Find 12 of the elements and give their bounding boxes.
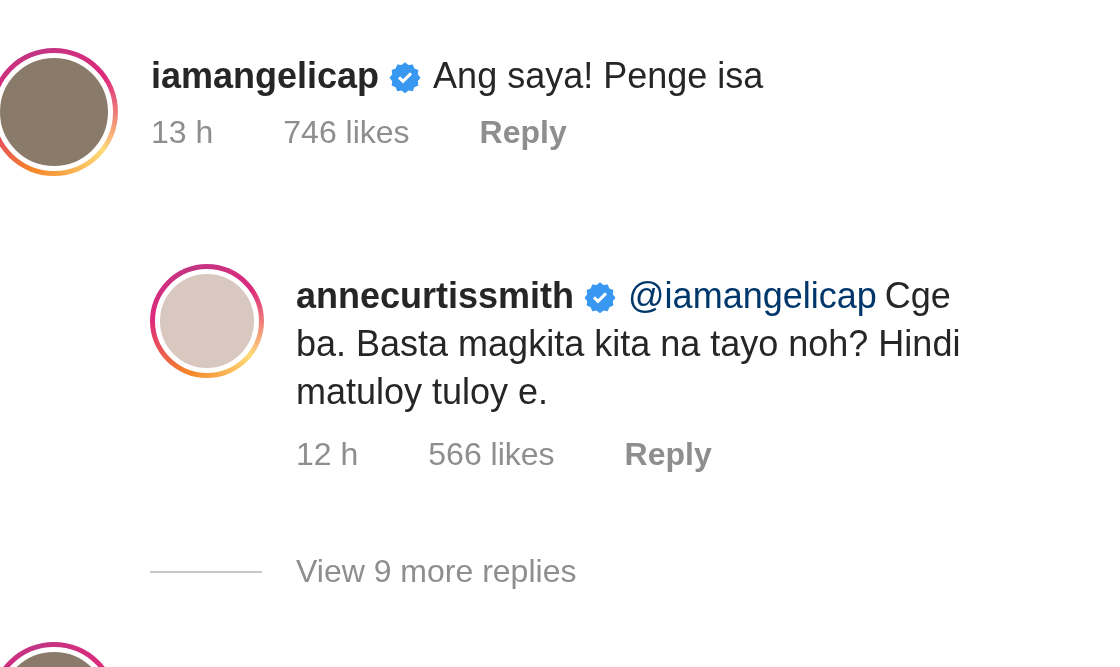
comment-text: iamangelicap Ang saya! Penge isa [151, 54, 764, 98]
likes-count[interactable]: 746 likes [283, 114, 410, 151]
mention-link[interactable]: @iamangelicap [628, 275, 877, 316]
reply-link[interactable]: Reply [479, 114, 567, 151]
username[interactable]: annecurtissmith [296, 275, 575, 316]
view-replies-link[interactable]: View 9 more replies [296, 553, 577, 590]
comment-time: 13 h [151, 114, 214, 151]
likes-count[interactable]: 566 likes [428, 436, 555, 473]
reply-link[interactable]: Reply [624, 436, 712, 473]
comment-text: annecurtissmith @iamangelicap Cge ba. Basta magkita kita na tayo noh? Hindi matuloy tuloy e. [296, 274, 962, 414]
comment-time: 12 h [296, 436, 359, 473]
username[interactable]: iamangelicap [151, 55, 380, 96]
